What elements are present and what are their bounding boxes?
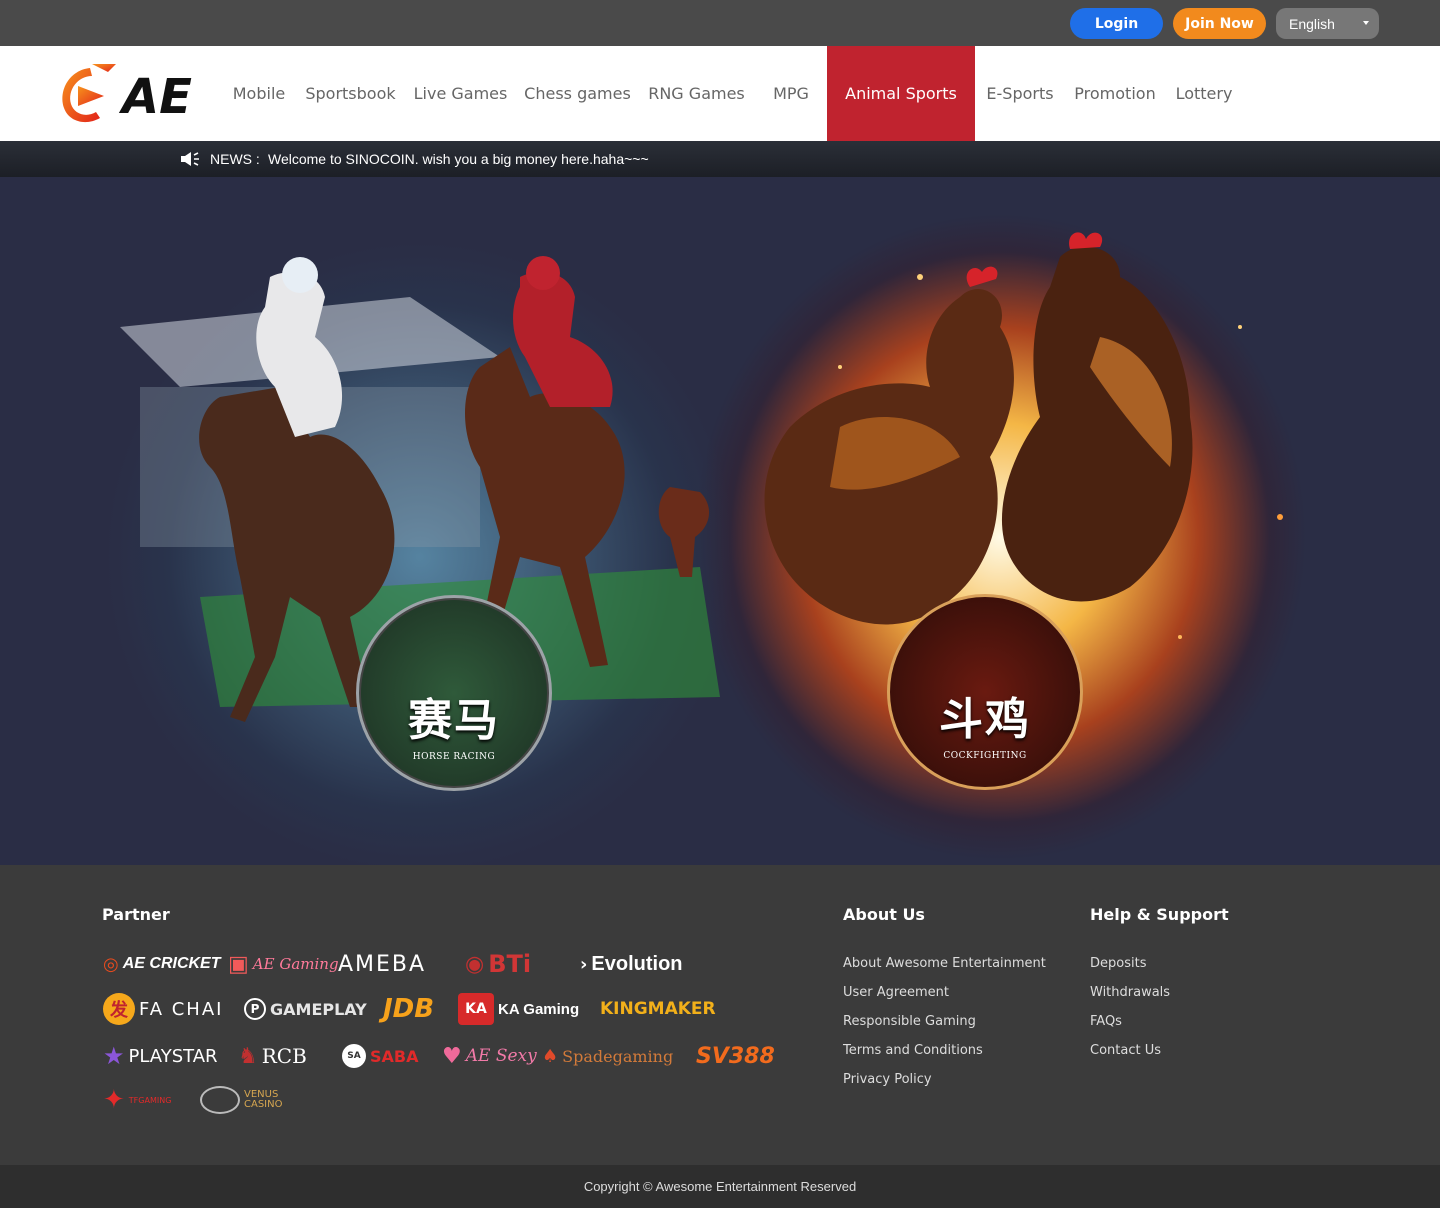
nav-mobile[interactable]: Mobile [222, 46, 296, 141]
login-button[interactable]: Login [1070, 8, 1163, 39]
top-bar: Login Join Now English [0, 0, 1440, 46]
partner-kingmaker[interactable]: KINGMAKER [600, 992, 716, 1026]
nav-promotion[interactable]: Promotion [1068, 46, 1162, 141]
news-ticker: NEWS : Welcome to SINOCOIN. wish you a b… [0, 141, 1440, 177]
main-nav: AE Mobile Sportsbook Live Games Chess ga… [0, 46, 1440, 141]
ae-logo[interactable]: AE [56, 60, 196, 128]
partner-ae-cricket[interactable]: ◎ AE CRICKET [103, 947, 221, 981]
partner-tfgaming[interactable]: ✦ TFGAMING [103, 1083, 171, 1117]
nav-animal-sports[interactable]: Animal Sports [827, 46, 975, 141]
partner-jdb[interactable]: JDB [383, 992, 434, 1026]
caret-down-icon [1363, 21, 1369, 25]
deposits-link[interactable]: Deposits [1090, 956, 1146, 971]
contact-us-link[interactable]: Contact Us [1090, 1043, 1161, 1058]
privacy-policy-link[interactable]: Privacy Policy [843, 1072, 932, 1087]
nav-live-games[interactable]: Live Games [410, 46, 511, 141]
nav-rng-games[interactable]: RNG Games [643, 46, 750, 141]
partner-ae-sexy[interactable]: ♥ AE Sexy [442, 1039, 537, 1073]
news-message: Welcome to SINOCOIN. wish you a big mone… [268, 151, 649, 167]
partner-rcb[interactable]: ♞ RCB [238, 1039, 307, 1073]
withdrawals-link[interactable]: Withdrawals [1090, 985, 1170, 1000]
nav-lottery[interactable]: Lottery [1170, 46, 1238, 141]
partner-gameplay[interactable]: P GAMEPLAY [244, 992, 367, 1026]
partner-venus-casino[interactable]: VENUS CASINO [200, 1083, 284, 1117]
nav-sportsbook[interactable]: Sportsbook [300, 46, 401, 141]
partner-bti[interactable]: ◉ BTi [465, 947, 531, 981]
partner-spadegaming[interactable]: ♠ Spadegaming [542, 1039, 673, 1073]
ka-dice-icon: KA [458, 993, 494, 1025]
news-label: NEWS : [210, 151, 260, 167]
cockfighting-badge[interactable]: 斗鸡 COCKFIGHTING [887, 594, 1083, 790]
cockfighting-en-title: COCKFIGHTING [943, 751, 1027, 761]
partner-ae-gaming[interactable]: ▣ AE Gaming [228, 947, 339, 981]
language-label: English [1289, 15, 1335, 32]
fa-chai-icon: 发 [103, 993, 135, 1025]
about-link[interactable]: About Awesome Entertainment [843, 956, 1046, 971]
horse-racing-en-title: HORSE RACING [412, 752, 496, 762]
tf-icon: ✦ [103, 1085, 125, 1115]
copyright-text: Copyright © Awesome Entertainment Reserv… [583, 1179, 857, 1194]
horse-racing-badge[interactable]: 赛马 HORSE RACING [356, 595, 552, 791]
terms-link[interactable]: Terms and Conditions [843, 1043, 983, 1058]
join-now-button[interactable]: Join Now [1173, 8, 1266, 39]
footer: Partner ◎ AE CRICKET ▣ AE Gaming AMEBA ◉… [0, 865, 1440, 1165]
ae-cricket-icon: ◎ [103, 953, 119, 975]
help-support-title: Help & Support [1090, 905, 1229, 924]
cockfighting-cn-title: 斗鸡 [939, 694, 1031, 745]
speaker-icon [181, 152, 199, 166]
responsible-gaming-link[interactable]: Responsible Gaming [843, 1014, 976, 1029]
bti-globe-icon: ◉ [465, 951, 485, 977]
rcb-horse-icon: ♞ [238, 1043, 258, 1069]
gameplay-icon: P [244, 998, 266, 1020]
language-select[interactable]: English [1276, 8, 1379, 39]
venus-ring-icon [200, 1086, 240, 1114]
svg-text:AE: AE [118, 69, 192, 125]
hero-banner: 赛马 HORSE RACING 斗鸡 COCKFIGHTING [0, 177, 1440, 865]
user-agreement-link[interactable]: User Agreement [843, 985, 949, 1000]
nav-chess-games[interactable]: Chess games [520, 46, 635, 141]
partner-ameba[interactable]: AMEBA [338, 947, 426, 981]
lips-icon: ♥ [442, 1043, 462, 1069]
spade-icon: ♠ [542, 1045, 559, 1067]
about-us-title: About Us [843, 905, 925, 924]
nav-mpg[interactable]: MPG [760, 46, 822, 141]
partner-playstar[interactable]: ★ PLAYSTAR [103, 1039, 218, 1073]
nav-e-sports[interactable]: E-Sports [980, 46, 1060, 141]
horse-racing-cn-title: 赛马 [408, 695, 500, 746]
partner-saba[interactable]: SA SABA [342, 1039, 418, 1073]
faqs-link[interactable]: FAQs [1090, 1014, 1122, 1029]
partner-title: Partner [102, 905, 170, 924]
copyright-bar: Copyright © Awesome Entertainment Reserv… [0, 1165, 1440, 1208]
partner-fa-chai[interactable]: 发 FA CHAI [103, 992, 223, 1026]
partner-ka-gaming[interactable]: KA KA Gaming [458, 992, 579, 1026]
star-icon: ★ [103, 1042, 125, 1070]
evolution-chevron-icon: › [580, 953, 588, 975]
slot-machine-icon: ▣ [228, 951, 249, 977]
partner-sv388[interactable]: SV388 [696, 1039, 775, 1073]
partner-evolution[interactable]: › Evolution [580, 947, 683, 981]
saba-ball-icon: SA [342, 1044, 366, 1068]
